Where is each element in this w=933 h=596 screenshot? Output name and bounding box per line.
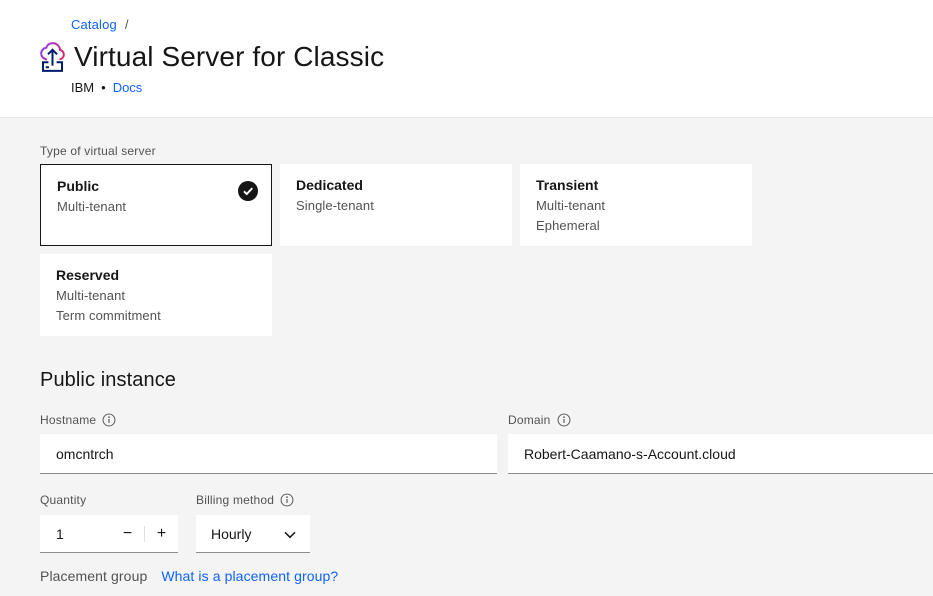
tile-subtitle: Single-tenant (296, 198, 496, 213)
hostname-field-group: Hostname (40, 413, 497, 474)
info-icon[interactable] (280, 493, 294, 507)
type-of-virtual-server-label: Type of virtual server (40, 144, 933, 158)
tile-title: Public (57, 178, 255, 194)
info-icon[interactable] (557, 413, 571, 427)
quantity-input[interactable] (40, 515, 111, 552)
page-header: Catalog / Virtual Server for Classic IBM … (0, 0, 933, 118)
hostname-domain-row: Hostname Domain (40, 413, 933, 474)
tile-title: Transient (536, 177, 736, 193)
checkmark-filled-icon (238, 181, 258, 201)
domain-input[interactable] (508, 434, 933, 474)
quantity-label-row: Quantity (40, 493, 178, 507)
quantity-stepper: − + (40, 515, 178, 553)
tile-public[interactable]: Public Multi-tenant (40, 164, 272, 246)
billing-method-label-row: Billing method (196, 493, 310, 507)
tile-subtitle: Term commitment (56, 308, 256, 323)
breadcrumb-separator: / (125, 17, 129, 32)
page-title: Virtual Server for Classic (74, 41, 384, 73)
tile-title: Reserved (56, 267, 256, 283)
title-row: Virtual Server for Classic (38, 40, 933, 74)
domain-label-row: Domain (508, 413, 933, 427)
domain-field-group: Domain (508, 413, 933, 474)
tile-subtitle: Multi-tenant (56, 288, 256, 303)
hostname-label-row: Hostname (40, 413, 497, 427)
tile-reserved[interactable]: Reserved Multi-tenant Term commitment (40, 254, 272, 336)
server-type-tile-group: Public Multi-tenant Dedicated Single-ten… (40, 164, 753, 336)
provider-meta: IBM • Docs (71, 80, 933, 95)
billing-method-field-group: Billing method Hourly (196, 493, 310, 553)
increment-button[interactable]: + (145, 515, 178, 552)
tile-subtitle: Ephemeral (536, 218, 736, 233)
tile-subtitle: Multi-tenant (57, 199, 255, 214)
meta-separator: • (101, 80, 106, 95)
info-icon[interactable] (102, 413, 116, 427)
provider-label: IBM (71, 80, 94, 95)
billing-method-value: Hourly (211, 526, 251, 542)
breadcrumb-catalog-link[interactable]: Catalog (71, 17, 117, 32)
provision-form: Type of virtual server Public Multi-tena… (0, 118, 933, 584)
hostname-label: Hostname (40, 413, 96, 427)
tile-subtitle: Multi-tenant (536, 198, 736, 213)
quantity-billing-row: Quantity − + Billing method (40, 493, 933, 553)
placement-group-help-link[interactable]: What is a placement group? (161, 568, 338, 584)
breadcrumb: Catalog / (71, 17, 933, 32)
quantity-label: Quantity (40, 493, 86, 507)
decrement-button[interactable]: − (111, 515, 144, 552)
billing-method-label: Billing method (196, 493, 274, 507)
tile-title: Dedicated (296, 177, 496, 193)
docs-link[interactable]: Docs (113, 80, 143, 95)
tile-transient[interactable]: Transient Multi-tenant Ephemeral (520, 164, 752, 246)
public-instance-heading: Public instance (40, 369, 933, 392)
domain-label: Domain (508, 413, 551, 427)
billing-method-select[interactable]: Hourly (196, 515, 310, 553)
tile-dedicated[interactable]: Dedicated Single-tenant (280, 164, 512, 246)
placement-group-label: Placement group (40, 568, 147, 584)
placement-group-row: Placement group What is a placement grou… (40, 568, 933, 584)
chevron-down-icon (284, 526, 296, 542)
hostname-input[interactable] (40, 434, 497, 474)
cloud-upload-icon (38, 40, 67, 74)
quantity-field-group: Quantity − + (40, 493, 178, 553)
